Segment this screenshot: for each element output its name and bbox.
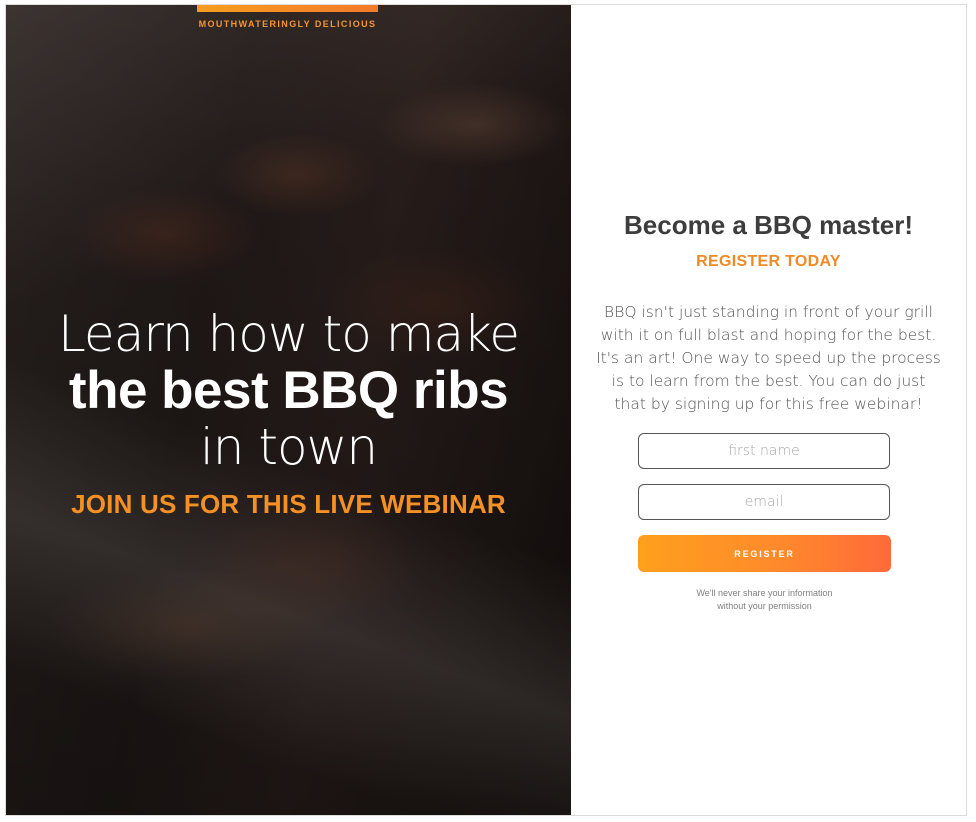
privacy-note-line-2: without your permission <box>717 601 812 611</box>
first-name-input[interactable] <box>638 433 890 469</box>
email-input[interactable] <box>638 484 890 520</box>
landing-page: MOUTHWATERINGLY DELICIOUS Learn how to m… <box>5 4 967 816</box>
headline-line-1: Learn how to make <box>57 305 520 363</box>
privacy-note: We'll never share your information witho… <box>638 587 891 613</box>
registration-panel: Become a BBQ master! REGISTER TODAY BBQ … <box>571 5 966 815</box>
register-button[interactable]: REGISTER <box>638 535 891 572</box>
webinar-subheadline: JOIN US FOR THIS LIVE WEBINAR <box>71 489 506 519</box>
privacy-note-line-1: We'll never share your information <box>696 588 833 598</box>
tagline-accent-bar <box>197 5 378 12</box>
panel-subtitle: REGISTER TODAY <box>696 253 841 270</box>
panel-title: Become a BBQ master! <box>624 210 913 240</box>
headline-line-2: the best BBQ ribs <box>68 361 509 420</box>
headline-line-3: in town <box>199 418 378 476</box>
hero-section: MOUTHWATERINGLY DELICIOUS Learn how to m… <box>6 5 571 815</box>
tagline: MOUTHWATERINGLY DELICIOUS <box>198 19 377 29</box>
hero-headline: Learn how to make the best BBQ ribs in t… <box>26 305 551 475</box>
panel-description: BBQ isn't just standing in front of your… <box>596 303 941 413</box>
